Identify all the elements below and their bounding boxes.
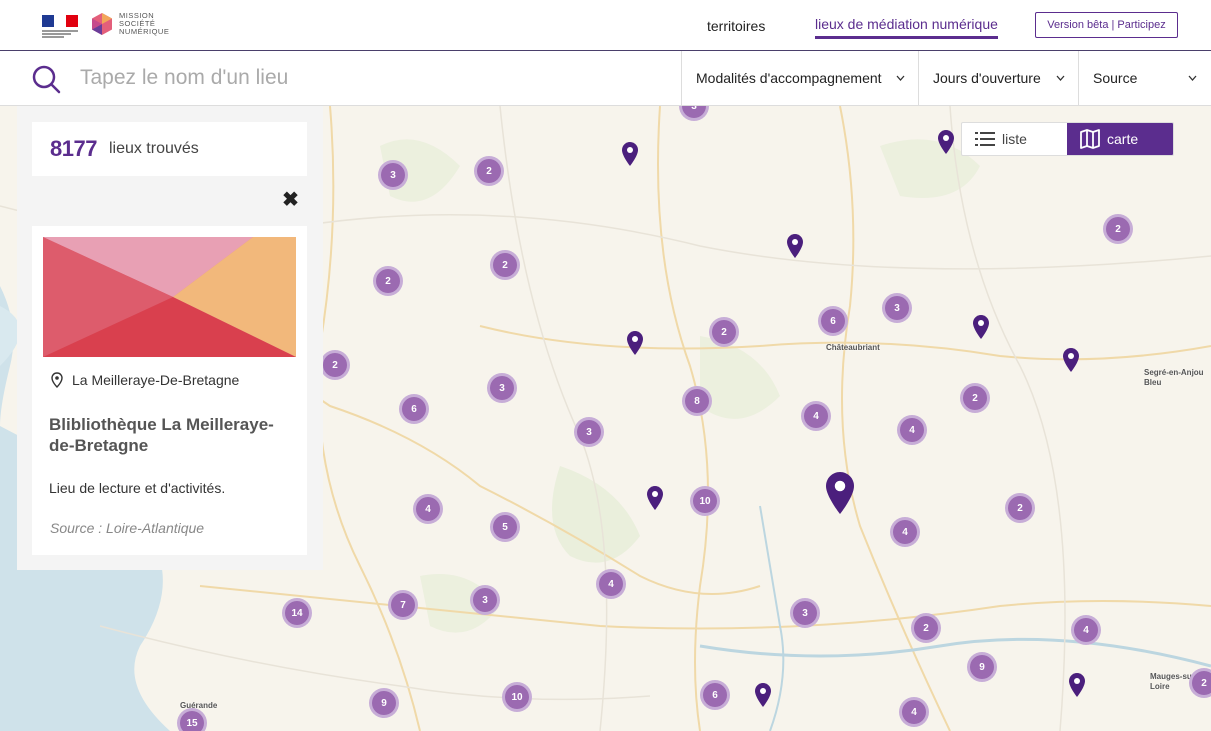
map-cluster[interactable]: 2 <box>373 266 403 296</box>
map-cluster[interactable]: 3 <box>790 598 820 628</box>
selected-map-pin-icon[interactable] <box>826 472 854 514</box>
list-view-label: liste <box>1002 131 1027 147</box>
chevron-down-icon <box>896 75 905 81</box>
map-pin-icon[interactable] <box>622 142 638 166</box>
filter-source[interactable]: Source <box>1078 51 1211 105</box>
map-cluster[interactable]: 3 <box>378 160 408 190</box>
map-cluster[interactable]: 2 <box>960 383 990 413</box>
list-view-button[interactable]: liste <box>962 123 1067 155</box>
map-view-label: carte <box>1107 131 1139 147</box>
place-title[interactable]: Blibliothèque La Meilleraye-de-Bretagne <box>49 414 294 456</box>
map-cluster[interactable]: 2 <box>490 250 520 280</box>
chevron-down-icon <box>1056 75 1065 81</box>
map-pin-icon[interactable] <box>973 315 989 339</box>
map-cluster[interactable]: 4 <box>890 517 920 547</box>
nav-lieux-mediation[interactable]: lieux de médiation numérique <box>815 16 998 39</box>
logo-line-3: NUMÉRIQUE <box>119 27 170 36</box>
search-icon[interactable] <box>31 64 61 94</box>
map-cluster[interactable]: 3 <box>487 373 517 403</box>
place-location: La Meilleraye-De-Bretagne <box>50 372 239 388</box>
nav-territoires[interactable]: territoires <box>707 18 765 34</box>
place-description: Lieu de lecture et d'activités. <box>49 480 226 496</box>
map-cluster[interactable]: 3 <box>574 417 604 447</box>
map-cluster[interactable]: 2 <box>911 613 941 643</box>
map-cluster[interactable]: 2 <box>709 317 739 347</box>
town-chateaubriant: Châteaubriant <box>826 343 880 352</box>
map-cluster[interactable]: 9 <box>369 688 399 718</box>
filter-modalites-label: Modalités d'accompagnement <box>696 70 882 86</box>
map-cluster[interactable]: 4 <box>1071 615 1101 645</box>
map-pin-icon[interactable] <box>647 486 663 510</box>
place-location-text: La Meilleraye-De-Bretagne <box>72 372 240 388</box>
map-cluster[interactable]: 3 <box>882 293 912 323</box>
mission-societe-numerique-logo[interactable]: MISSION SOCIÉTÉ NUMÉRIQUE <box>90 12 169 36</box>
results-count-label: lieux trouvés <box>108 140 199 157</box>
map-pin-icon[interactable] <box>755 683 771 707</box>
view-toggle: liste carte <box>961 122 1174 156</box>
map-cluster[interactable]: 6 <box>700 680 730 710</box>
map-cluster[interactable]: 15 <box>177 708 207 731</box>
map-cluster[interactable]: 2 <box>1103 214 1133 244</box>
map-cluster[interactable]: 8 <box>682 386 712 416</box>
map-cluster[interactable]: 4 <box>801 401 831 431</box>
map-cluster[interactable]: 4 <box>899 697 929 727</box>
map-icon <box>1080 129 1100 149</box>
republique-francaise-logo[interactable] <box>42 15 78 38</box>
map-cluster[interactable]: 4 <box>897 415 927 445</box>
results-count: 8177 lieux trouvés <box>32 122 307 176</box>
location-pin-icon <box>51 372 63 388</box>
filter-jours[interactable]: Jours d'ouverture <box>918 51 1079 105</box>
map-cluster[interactable]: 2 <box>320 350 350 380</box>
search-bar: Modalités d'accompagnement Jours d'ouver… <box>0 51 1211 106</box>
map-cluster[interactable]: 10 <box>690 486 720 516</box>
map-view-button[interactable]: carte <box>1067 123 1173 155</box>
map-cluster[interactable]: 2 <box>1189 668 1211 698</box>
beta-participate-button[interactable]: Version bêta | Participez <box>1035 12 1178 38</box>
chevron-down-icon <box>1188 75 1197 81</box>
map-cluster[interactable]: 2 <box>1005 493 1035 523</box>
list-icon <box>975 132 995 146</box>
map-cluster[interactable]: 4 <box>596 569 626 599</box>
map-pin-icon[interactable] <box>1069 673 1085 697</box>
map-cluster[interactable]: 5 <box>490 512 520 542</box>
map-cluster[interactable]: 4 <box>413 494 443 524</box>
map-cluster[interactable]: 3 <box>470 585 500 615</box>
map-cluster[interactable]: 6 <box>399 394 429 424</box>
filter-modalites[interactable]: Modalités d'accompagnement <box>681 51 919 105</box>
search-input[interactable] <box>80 61 670 95</box>
town-segre: Segré-en-Anjou Bleu <box>1144 368 1204 387</box>
place-card-image <box>43 237 296 357</box>
results-count-number: 8177 <box>50 136 97 161</box>
map-pin-icon[interactable] <box>627 331 643 355</box>
filter-jours-label: Jours d'ouverture <box>933 70 1041 86</box>
map-cluster[interactable]: 2 <box>474 156 504 186</box>
map-pin-icon[interactable] <box>787 234 803 258</box>
map-cluster[interactable]: 7 <box>388 590 418 620</box>
map-cluster[interactable]: 6 <box>818 306 848 336</box>
map-cluster[interactable]: 10 <box>502 682 532 712</box>
place-card[interactable]: La Meilleraye-De-Bretagne Blibliothèque … <box>32 226 307 555</box>
map-pin-icon[interactable] <box>1063 348 1079 372</box>
close-icon[interactable]: ✖ <box>282 190 299 210</box>
place-source: Source : Loire-Atlantique <box>50 520 205 536</box>
map-cluster[interactable]: 9 <box>967 652 997 682</box>
top-navbar: MISSION SOCIÉTÉ NUMÉRIQUE territoires li… <box>0 0 1211 51</box>
map-cluster[interactable]: 14 <box>282 598 312 628</box>
map-pin-icon[interactable] <box>938 130 954 154</box>
filter-source-label: Source <box>1093 70 1138 86</box>
